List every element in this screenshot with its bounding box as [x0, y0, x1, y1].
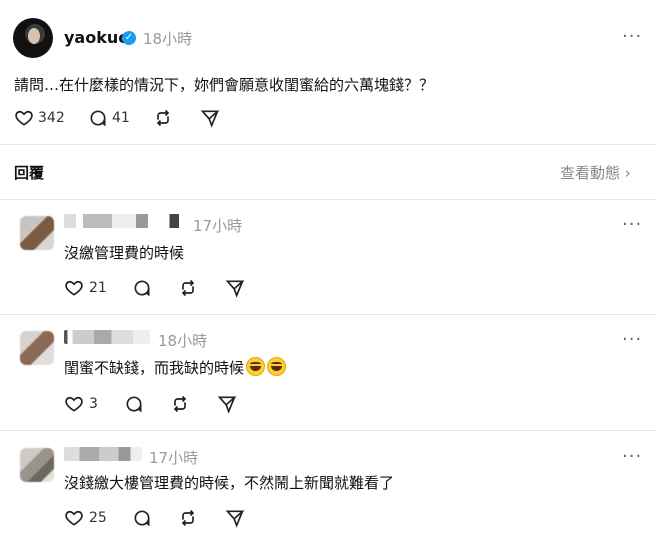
post-more-options-icon[interactable]: ···: [622, 26, 642, 47]
reply-like-count: 21: [89, 280, 107, 296]
reply-timestamp: 17小時: [193, 217, 243, 235]
reply-repost-button[interactable]: [178, 508, 198, 528]
reply-comment-button[interactable]: [132, 508, 152, 528]
reply-timestamp: 17小時: [149, 449, 199, 467]
heart-icon: [14, 108, 34, 128]
post-body-text: 請問…在什麼樣的情況下，妳們會願意收閨蜜給的六萬塊錢？？: [14, 76, 435, 94]
laughing-emoji-icon: [246, 357, 266, 376]
reply-repost-button[interactable]: [178, 278, 198, 298]
reply-repost-button[interactable]: [170, 394, 190, 414]
repost-icon: [153, 108, 173, 128]
author-avatar[interactable]: [13, 18, 53, 58]
comment-icon: [124, 394, 144, 414]
repost-icon: [178, 278, 198, 298]
comment-icon: [132, 278, 152, 298]
reply-username-blurred[interactable]: [64, 214, 184, 228]
send-icon: [217, 394, 237, 414]
reply-like-count: 3: [89, 396, 98, 412]
send-icon: [225, 508, 245, 528]
laughing-emoji-icon: [267, 357, 287, 376]
replies-title: 回覆: [14, 164, 45, 182]
reply-like-count: 25: [89, 510, 107, 526]
view-activity-link[interactable]: 查看動態 ›: [560, 162, 631, 183]
reply-share-button[interactable]: [225, 508, 245, 528]
comment-icon: [132, 508, 152, 528]
reply-share-button[interactable]: [217, 394, 237, 414]
repost-icon: [178, 508, 198, 528]
reply-timestamp: 18小時: [158, 332, 208, 350]
comment-count: 41: [112, 110, 130, 126]
reply-comment-button[interactable]: [124, 394, 144, 414]
reply-text: 閨蜜不缺錢，而我缺的時候: [64, 357, 287, 378]
reply-share-button[interactable]: [225, 278, 245, 298]
reply-more-options-icon[interactable]: ···: [622, 214, 642, 235]
heart-icon: [64, 508, 84, 528]
post-timestamp: 18小時: [143, 30, 193, 48]
repost-button[interactable]: [153, 108, 173, 128]
reply-username-blurred[interactable]: [64, 330, 150, 344]
reply-more-options-icon[interactable]: ···: [622, 446, 642, 467]
reply-text-content: 閨蜜不缺錢，而我缺的時候: [64, 359, 245, 377]
verified-badge-icon: ✓: [122, 31, 136, 45]
reply-avatar[interactable]: [20, 448, 54, 482]
divider: [0, 144, 656, 145]
comment-icon: [88, 108, 108, 128]
heart-icon: [64, 394, 84, 414]
reply-avatar[interactable]: [20, 216, 54, 250]
reply-avatar[interactable]: [20, 331, 54, 365]
reply-text: 沒繳管理費的時候: [64, 244, 185, 262]
repost-icon: [170, 394, 190, 414]
reply-username-blurred[interactable]: [64, 447, 142, 461]
author-username[interactable]: yaokuo: [64, 28, 129, 47]
send-icon: [225, 278, 245, 298]
heart-icon: [64, 278, 84, 298]
divider: [0, 430, 656, 431]
reply-comment-button[interactable]: [132, 278, 152, 298]
divider: [0, 199, 656, 200]
reply-text: 沒錢繳大樓管理費的時候，不然鬧上新聞就難看了: [64, 474, 395, 492]
share-button[interactable]: [200, 108, 220, 128]
reply-more-options-icon[interactable]: ···: [622, 329, 642, 350]
like-count: 342: [38, 110, 65, 126]
send-icon: [200, 108, 220, 128]
divider: [0, 314, 656, 315]
